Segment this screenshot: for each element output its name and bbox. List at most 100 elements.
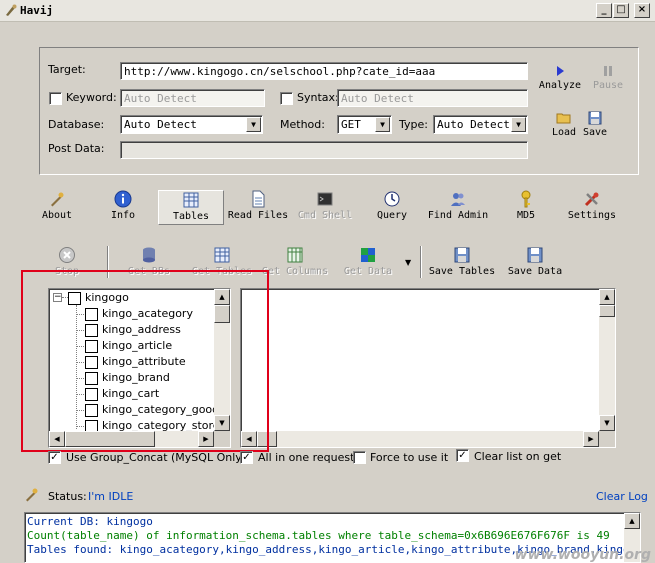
list-vertical-scrollbar[interactable]: ▲ ▼ (599, 289, 615, 431)
columns-icon (287, 247, 303, 263)
save-tables-button[interactable]: Save Tables (426, 246, 498, 278)
syntax-checkbox[interactable] (280, 92, 293, 105)
scroll-up-icon[interactable]: ▲ (624, 513, 640, 529)
keyword-input[interactable]: Auto Detect (120, 89, 265, 107)
clear-log-link[interactable]: Clear Log (596, 490, 648, 503)
floppy-disk-icon (588, 111, 602, 125)
get-data-button[interactable]: Get Data (340, 246, 396, 278)
target-input[interactable]: http://www.kingogo.cn/selschool.php?cate… (120, 62, 528, 80)
group-concat-label: Use Group_Concat (MySQL Only) (66, 451, 247, 464)
database-select-value: Auto Detect (124, 118, 197, 131)
check-icon: ✓ (50, 452, 59, 463)
tab-read-files[interactable]: Read Files (226, 190, 290, 226)
chevron-down-icon[interactable]: ▼ (246, 117, 261, 132)
get-data-label: Get Data (343, 266, 393, 277)
scroll-thumb[interactable] (599, 305, 615, 317)
floppy-disk-icon (527, 247, 543, 263)
status-value: I'm IDLE (88, 490, 134, 503)
highlight-box (21, 270, 269, 452)
status-label: Status: (48, 490, 87, 503)
database-label: Database: (48, 118, 105, 131)
play-icon (557, 66, 564, 76)
pause-label: Pause (592, 80, 624, 91)
method-select-value: GET (341, 118, 361, 131)
all-in-one-checkbox[interactable]: ✓ (240, 451, 253, 464)
log-line: Current DB: kingogo (27, 515, 153, 528)
tools-icon (584, 192, 599, 207)
save-data-button[interactable]: Save Data (506, 246, 564, 278)
tab-settings[interactable]: Settings (566, 190, 618, 226)
scroll-up-icon[interactable]: ▲ (599, 289, 615, 305)
results-list[interactable]: ▲ ▼ ◀ ▶ (240, 288, 616, 448)
watermark: www.wooyun.org (514, 547, 651, 563)
tab-cmd-shell[interactable]: Cmd Shell (295, 190, 355, 226)
all-in-one-label: All in one request. (258, 451, 358, 464)
users-icon (451, 193, 465, 206)
wand-icon (51, 192, 64, 207)
scroll-corner (599, 431, 615, 447)
data-grid-icon (361, 248, 375, 262)
terminal-icon (317, 192, 333, 206)
scroll-right-icon[interactable]: ▶ (583, 431, 599, 447)
log-line: Count(table_name) of information_schema.… (27, 529, 610, 542)
table-icon (183, 192, 199, 208)
minimize-button[interactable]: _ (596, 3, 612, 18)
clear-list-checkbox[interactable]: ✓ (456, 449, 469, 462)
chevron-down-icon[interactable]: ▼ (405, 258, 411, 267)
check-icon: ✓ (458, 450, 467, 461)
tab-about[interactable]: About (38, 190, 76, 226)
tab-label: About (41, 210, 73, 221)
tab-label: Cmd Shell (297, 210, 353, 221)
keyword-label: Keyword: (66, 91, 117, 104)
tab-label: Read Files (227, 210, 289, 221)
tab-label: Query (376, 210, 408, 221)
clear-list-label: Clear list on get (474, 450, 562, 463)
force-checkbox[interactable] (353, 451, 366, 464)
syntax-input[interactable]: Auto Detect (337, 89, 528, 107)
analyze-button[interactable]: Analyze (537, 64, 583, 91)
type-label: Type: (399, 118, 428, 131)
wand-icon (26, 488, 38, 502)
table-icon (214, 247, 230, 263)
tab-tables[interactable]: Tables (158, 190, 224, 225)
chevron-down-icon[interactable]: ▼ (511, 117, 526, 132)
chevron-down-icon[interactable]: ▼ (375, 117, 390, 132)
document-icon (252, 190, 265, 208)
group-concat-checkbox[interactable]: ✓ (48, 451, 61, 464)
list-horizontal-scrollbar[interactable]: ◀ ▶ (241, 431, 599, 447)
floppy-disk-icon (454, 247, 470, 263)
check-icon: ✓ (242, 452, 251, 463)
postdata-label: Post Data: (48, 142, 105, 155)
folder-icon (556, 113, 571, 124)
scroll-down-icon[interactable]: ▼ (599, 415, 615, 431)
type-select-value: Auto Detect (437, 118, 510, 131)
tab-find-admin[interactable]: Find Admin (426, 190, 490, 226)
pause-button[interactable]: Pause (588, 64, 628, 91)
save-button[interactable]: Save (580, 111, 610, 138)
tab-label: MD5 (516, 210, 536, 221)
type-select[interactable]: Auto Detect ▼ (433, 115, 528, 134)
tab-label: Settings (567, 210, 617, 221)
database-select[interactable]: Auto Detect ▼ (120, 115, 263, 134)
tab-query[interactable]: Query (374, 190, 410, 226)
database-icon (143, 247, 155, 263)
get-columns-label: Get Columns (261, 266, 329, 277)
tab-md5[interactable]: MD5 (512, 190, 540, 226)
method-select[interactable]: GET ▼ (337, 115, 392, 134)
close-button[interactable]: × (634, 3, 650, 18)
tab-label: Info (110, 210, 136, 221)
title-bar: Havij _ □ × (0, 0, 655, 22)
tab-info[interactable]: Info (106, 190, 140, 226)
save-data-label: Save Data (507, 266, 563, 277)
pause-icon (604, 66, 612, 76)
load-label: Load (551, 127, 577, 138)
analyze-label: Analyze (538, 80, 582, 91)
postdata-input[interactable] (120, 141, 528, 159)
tab-label: Tables (172, 211, 210, 222)
force-label: Force to use it (370, 451, 449, 464)
maximize-button[interactable]: □ (613, 3, 629, 18)
load-button[interactable]: Load (549, 111, 579, 138)
keyword-checkbox[interactable] (49, 92, 62, 105)
app-icon (6, 4, 17, 16)
get-columns-button[interactable]: Get Columns (261, 246, 329, 278)
